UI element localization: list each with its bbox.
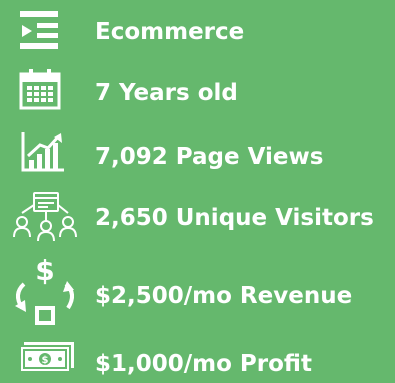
feature-item-visitors: 2,650 Unique Visitors (0, 187, 395, 247)
calendar-icon (19, 69, 61, 110)
feature-label-page-views: 7,092 Page Views (95, 144, 324, 170)
svg-text:$: $ (42, 355, 49, 366)
feature-item-age: 7 Years old (0, 62, 395, 122)
svg-text:$: $ (35, 254, 54, 287)
feature-label-age: 7 Years old (95, 80, 238, 106)
feature-item-profit: $ $1,000/mo Profit (0, 323, 395, 383)
category-list-icon (20, 11, 58, 49)
feature-label-profit: $1,000/mo Profit (95, 351, 312, 377)
feature-list: Ecommerce 7 Years old 7,092 Page Views 2… (0, 0, 395, 383)
feature-item-revenue: $ $2,500/mo Revenue (0, 252, 395, 325)
feature-label-category: Ecommerce (95, 19, 245, 45)
growth-chart-icon (21, 132, 64, 172)
visitors-network-icon (13, 192, 77, 242)
revenue-cycle-icon: $ (15, 254, 74, 325)
money-bill-icon: $ (19, 342, 74, 373)
feature-item-page-views: 7,092 Page Views (0, 124, 395, 184)
feature-label-visitors: 2,650 Unique Visitors (95, 205, 374, 231)
feature-label-revenue: $2,500/mo Revenue (95, 283, 353, 309)
feature-item-category: Ecommerce (0, 0, 395, 60)
